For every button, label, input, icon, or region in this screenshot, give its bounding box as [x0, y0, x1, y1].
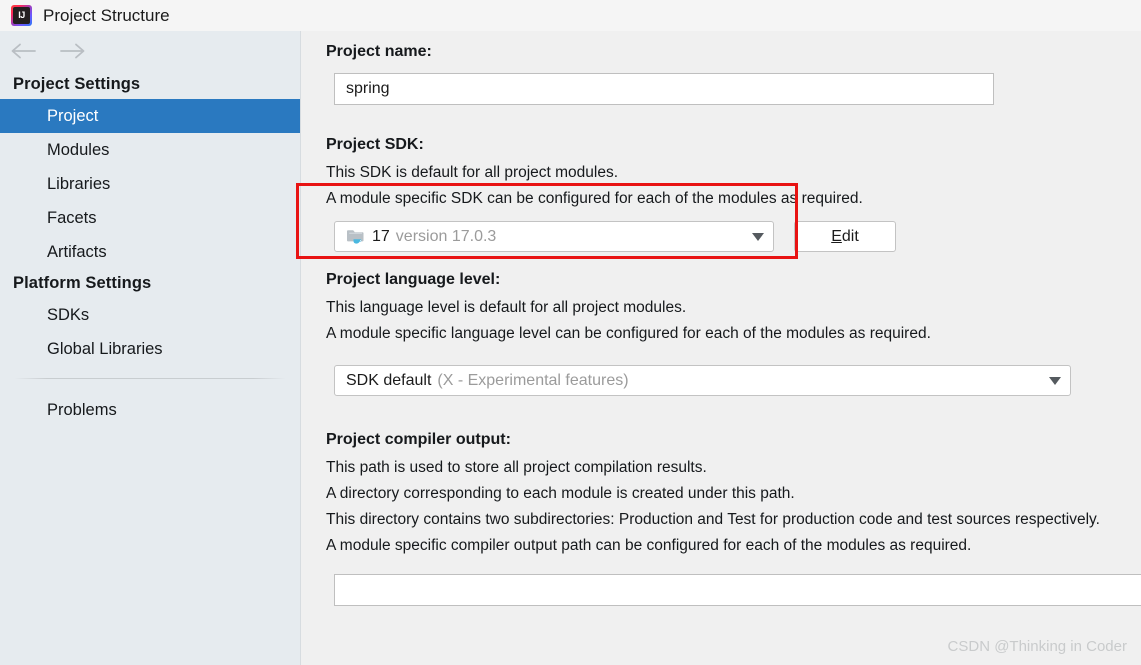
intellij-idea-icon-glyph: IJ: [13, 7, 30, 24]
sidebar-group-header-project-settings: Project Settings: [13, 75, 141, 93]
project-compiler-output-input[interactable]: [334, 574, 1141, 606]
sidebar-item-artifacts[interactable]: Artifacts: [0, 235, 300, 269]
sidebar-item-label: Global Libraries: [47, 340, 163, 358]
edit-button-mnemonic: E: [831, 227, 842, 245]
project-compiler-output-description-line-4: A module specific compiler output path c…: [326, 537, 972, 554]
project-language-level-value-detail: (X - Experimental features): [437, 371, 629, 389]
project-compiler-output-description-line-2: A directory corresponding to each module…: [326, 485, 795, 502]
sidebar-item-label: Libraries: [47, 175, 111, 193]
project-language-level-dropdown[interactable]: SDK default (X - Experimental features): [334, 365, 1071, 396]
project-sdk-label: Project SDK:: [326, 136, 424, 153]
project-language-level-description-line-2: A module specific language level can be …: [326, 325, 931, 342]
project-name-label: Project name:: [326, 43, 432, 60]
sidebar-item-label: SDKs: [47, 306, 90, 324]
sidebar-item-label: Facets: [47, 209, 97, 227]
watermark: CSDN @Thinking in Coder: [947, 638, 1127, 655]
project-sdk-value: 17: [372, 227, 390, 245]
intellij-idea-icon: IJ: [11, 5, 32, 26]
chevron-down-icon[interactable]: [752, 232, 764, 241]
java-sdk-folder-icon: [346, 228, 366, 246]
project-sdk-description-line-1: This SDK is default for all project modu…: [326, 164, 619, 181]
sidebar-item-label: Artifacts: [47, 243, 107, 261]
edit-sdk-button[interactable]: Edit: [794, 221, 896, 252]
window-title: Project Structure: [43, 5, 170, 25]
sidebar-item-libraries[interactable]: Libraries: [0, 167, 300, 201]
arrow-right-icon[interactable]: [58, 38, 86, 64]
sidebar-group-header-platform-settings: Platform Settings: [13, 274, 152, 292]
sidebar-item-project[interactable]: Project: [0, 99, 300, 133]
chevron-down-icon[interactable]: [1049, 376, 1061, 385]
sidebar-item-modules[interactable]: Modules: [0, 133, 300, 167]
sidebar-item-label: Problems: [47, 401, 117, 419]
sidebar-navigation: [0, 31, 300, 70]
sidebar-item-sdks[interactable]: SDKs: [0, 298, 300, 332]
project-name-input[interactable]: spring: [334, 73, 994, 105]
settings-sidebar: Project Settings Project Modules Librari…: [0, 31, 301, 665]
sidebar-item-label: Modules: [47, 141, 110, 159]
project-sdk-value-detail: version 17.0.3: [395, 227, 497, 245]
title-bar: IJ Project Structure: [0, 0, 1141, 31]
project-compiler-output-description-line-3: This directory contains two subdirectori…: [326, 511, 1100, 528]
project-structure-dialog: IJ Project Structure Project Settings Pr…: [0, 0, 1141, 665]
project-language-level-value: SDK default: [346, 371, 432, 389]
project-sdk-dropdown[interactable]: 17 version 17.0.3: [334, 221, 774, 252]
project-name-value: spring: [346, 80, 390, 97]
project-compiler-output-label: Project compiler output:: [326, 431, 511, 448]
project-compiler-output-description-line-1: This path is used to store all project c…: [326, 459, 707, 476]
edit-button-label-rest: dit: [841, 227, 859, 245]
sidebar-item-global-libraries[interactable]: Global Libraries: [0, 332, 300, 366]
sidebar-item-problems[interactable]: Problems: [0, 393, 300, 427]
project-language-level-label: Project language level:: [326, 271, 501, 288]
sidebar-item-label: Project: [47, 107, 99, 125]
sidebar-item-facets[interactable]: Facets: [0, 201, 300, 235]
project-settings-panel: Project name: spring Project SDK: This S…: [308, 31, 1141, 665]
project-sdk-description-line-2: A module specific SDK can be configured …: [326, 190, 863, 207]
arrow-left-icon[interactable]: [10, 38, 38, 64]
project-language-level-description-line-1: This language level is default for all p…: [326, 299, 687, 316]
